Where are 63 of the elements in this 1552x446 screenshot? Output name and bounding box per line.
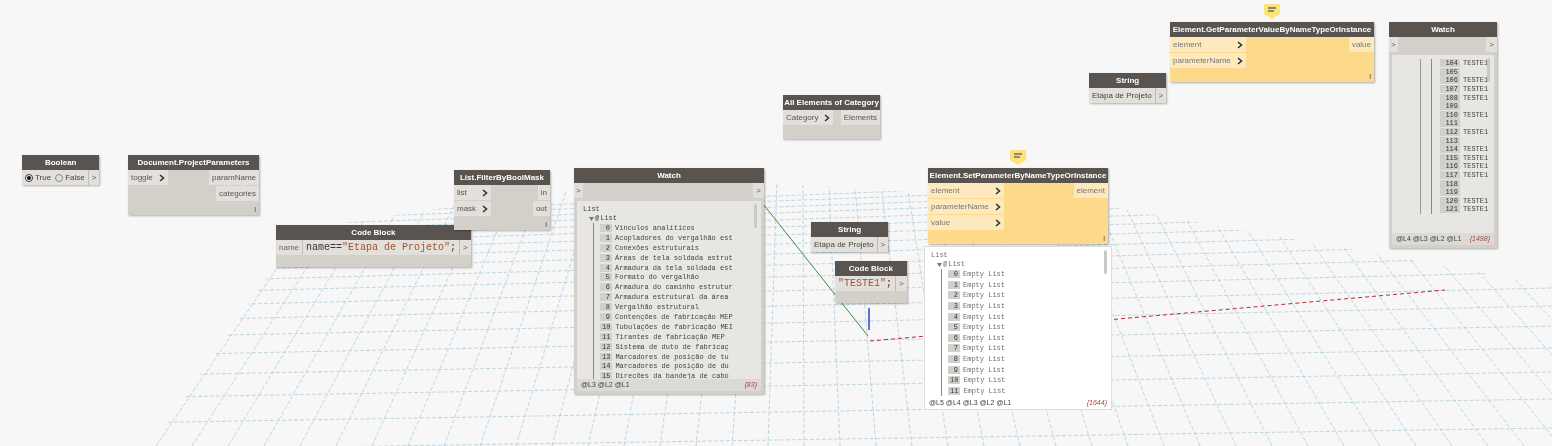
input-port[interactable]: mask <box>454 201 492 216</box>
radio-button[interactable]: True <box>25 171 52 184</box>
chevron-icon <box>824 113 831 122</box>
input-port[interactable]: parameterName <box>1170 53 1246 68</box>
info-bubble-icon[interactable] <box>1264 4 1280 19</box>
node-card[interactable]: String Etapa de Projeto > <box>811 222 889 252</box>
node-card[interactable] <box>574 168 764 394</box>
node-title: Element.SetParameterByNameTypeOrInstance <box>928 168 1108 183</box>
input-port[interactable]: Category <box>783 110 834 125</box>
node-card[interactable]: Code Block name name=="Etapa de Projeto"; > <box>276 225 471 267</box>
input-port[interactable]: toggle <box>128 170 168 185</box>
scrollbar[interactable] <box>1104 250 1107 274</box>
node-title: All Elements of Category <box>783 95 880 110</box>
node-title: Boolean <box>22 155 100 170</box>
output-port[interactable]: value <box>1348 37 1374 52</box>
output-port[interactable]: > <box>1486 37 1497 52</box>
input-port[interactable]: > <box>574 183 583 198</box>
output-port[interactable]: > <box>895 276 907 291</box>
node-card[interactable]: Boolean True False > <box>22 155 100 185</box>
caret-icon[interactable] <box>937 262 942 267</box>
lacing-label: l <box>1103 234 1105 244</box>
lacing-label: l <box>1369 72 1371 82</box>
node-title: Document.ProjectParameters <box>128 155 259 170</box>
scrollbar[interactable] <box>754 204 757 228</box>
input-port[interactable]: parameterName <box>928 199 1004 214</box>
output-port[interactable]: categories <box>216 186 259 201</box>
string-value-field[interactable]: Etapa de Projeto <box>1089 88 1155 103</box>
output-port[interactable]: element <box>1073 183 1108 198</box>
output-port[interactable]: in <box>537 185 550 200</box>
node-title: Code Block <box>835 261 907 276</box>
node-title: String <box>1089 73 1167 88</box>
node-title: List.FilterByBoolMask <box>454 170 550 185</box>
input-port[interactable]: element <box>1170 37 1246 52</box>
lacing-label: l <box>545 220 547 230</box>
input-port[interactable]: name <box>276 240 303 255</box>
node-card[interactable]: Element.GetParameterValueByNameTypeOrInstance element parameterName value l <box>1170 22 1374 82</box>
node-title: Code Block <box>276 225 471 240</box>
string-value-field[interactable]: Etapa de Projeto <box>811 237 877 252</box>
output-port[interactable]: > <box>459 240 471 255</box>
node-title: Watch <box>574 168 764 183</box>
caret-icon[interactable] <box>589 216 594 221</box>
node-card[interactable]: List.FilterByBoolMask list mask in out l <box>454 170 550 230</box>
node-title: Element.GetParameterValueByNameTypeOrInstance <box>1170 22 1374 37</box>
chevron-icon <box>158 173 165 182</box>
node-card[interactable]: String Etapa de Projeto > <box>1089 73 1167 103</box>
scrollbar[interactable] <box>1487 58 1490 82</box>
node-card[interactable]: Document.ProjectParameters toggle paramName categories l <box>128 155 259 215</box>
node-card[interactable]: Code Block "TESTE1"; > <box>835 261 907 303</box>
node-title: String <box>811 222 889 237</box>
node-card[interactable]: Element.SetParameterByNameTypeOrInstance element parameterName value element l <box>928 168 1108 244</box>
node-title: Watch <box>1389 22 1497 37</box>
output-port[interactable]: out <box>532 201 550 216</box>
input-port[interactable]: > <box>1389 37 1398 52</box>
node-card[interactable]: All Elements of Category Category Elements <box>783 95 880 139</box>
input-port[interactable]: value <box>928 215 1004 230</box>
lacing-label: l <box>254 205 256 215</box>
info-bubble-icon[interactable] <box>1010 150 1026 165</box>
output-port[interactable]: Elements <box>840 110 880 125</box>
output-port[interactable]: > <box>753 183 764 198</box>
radio-button[interactable]: False <box>55 171 85 184</box>
output-port[interactable]: paramName <box>209 170 259 185</box>
input-port[interactable]: element <box>928 183 1004 198</box>
input-port[interactable]: list <box>454 185 492 200</box>
